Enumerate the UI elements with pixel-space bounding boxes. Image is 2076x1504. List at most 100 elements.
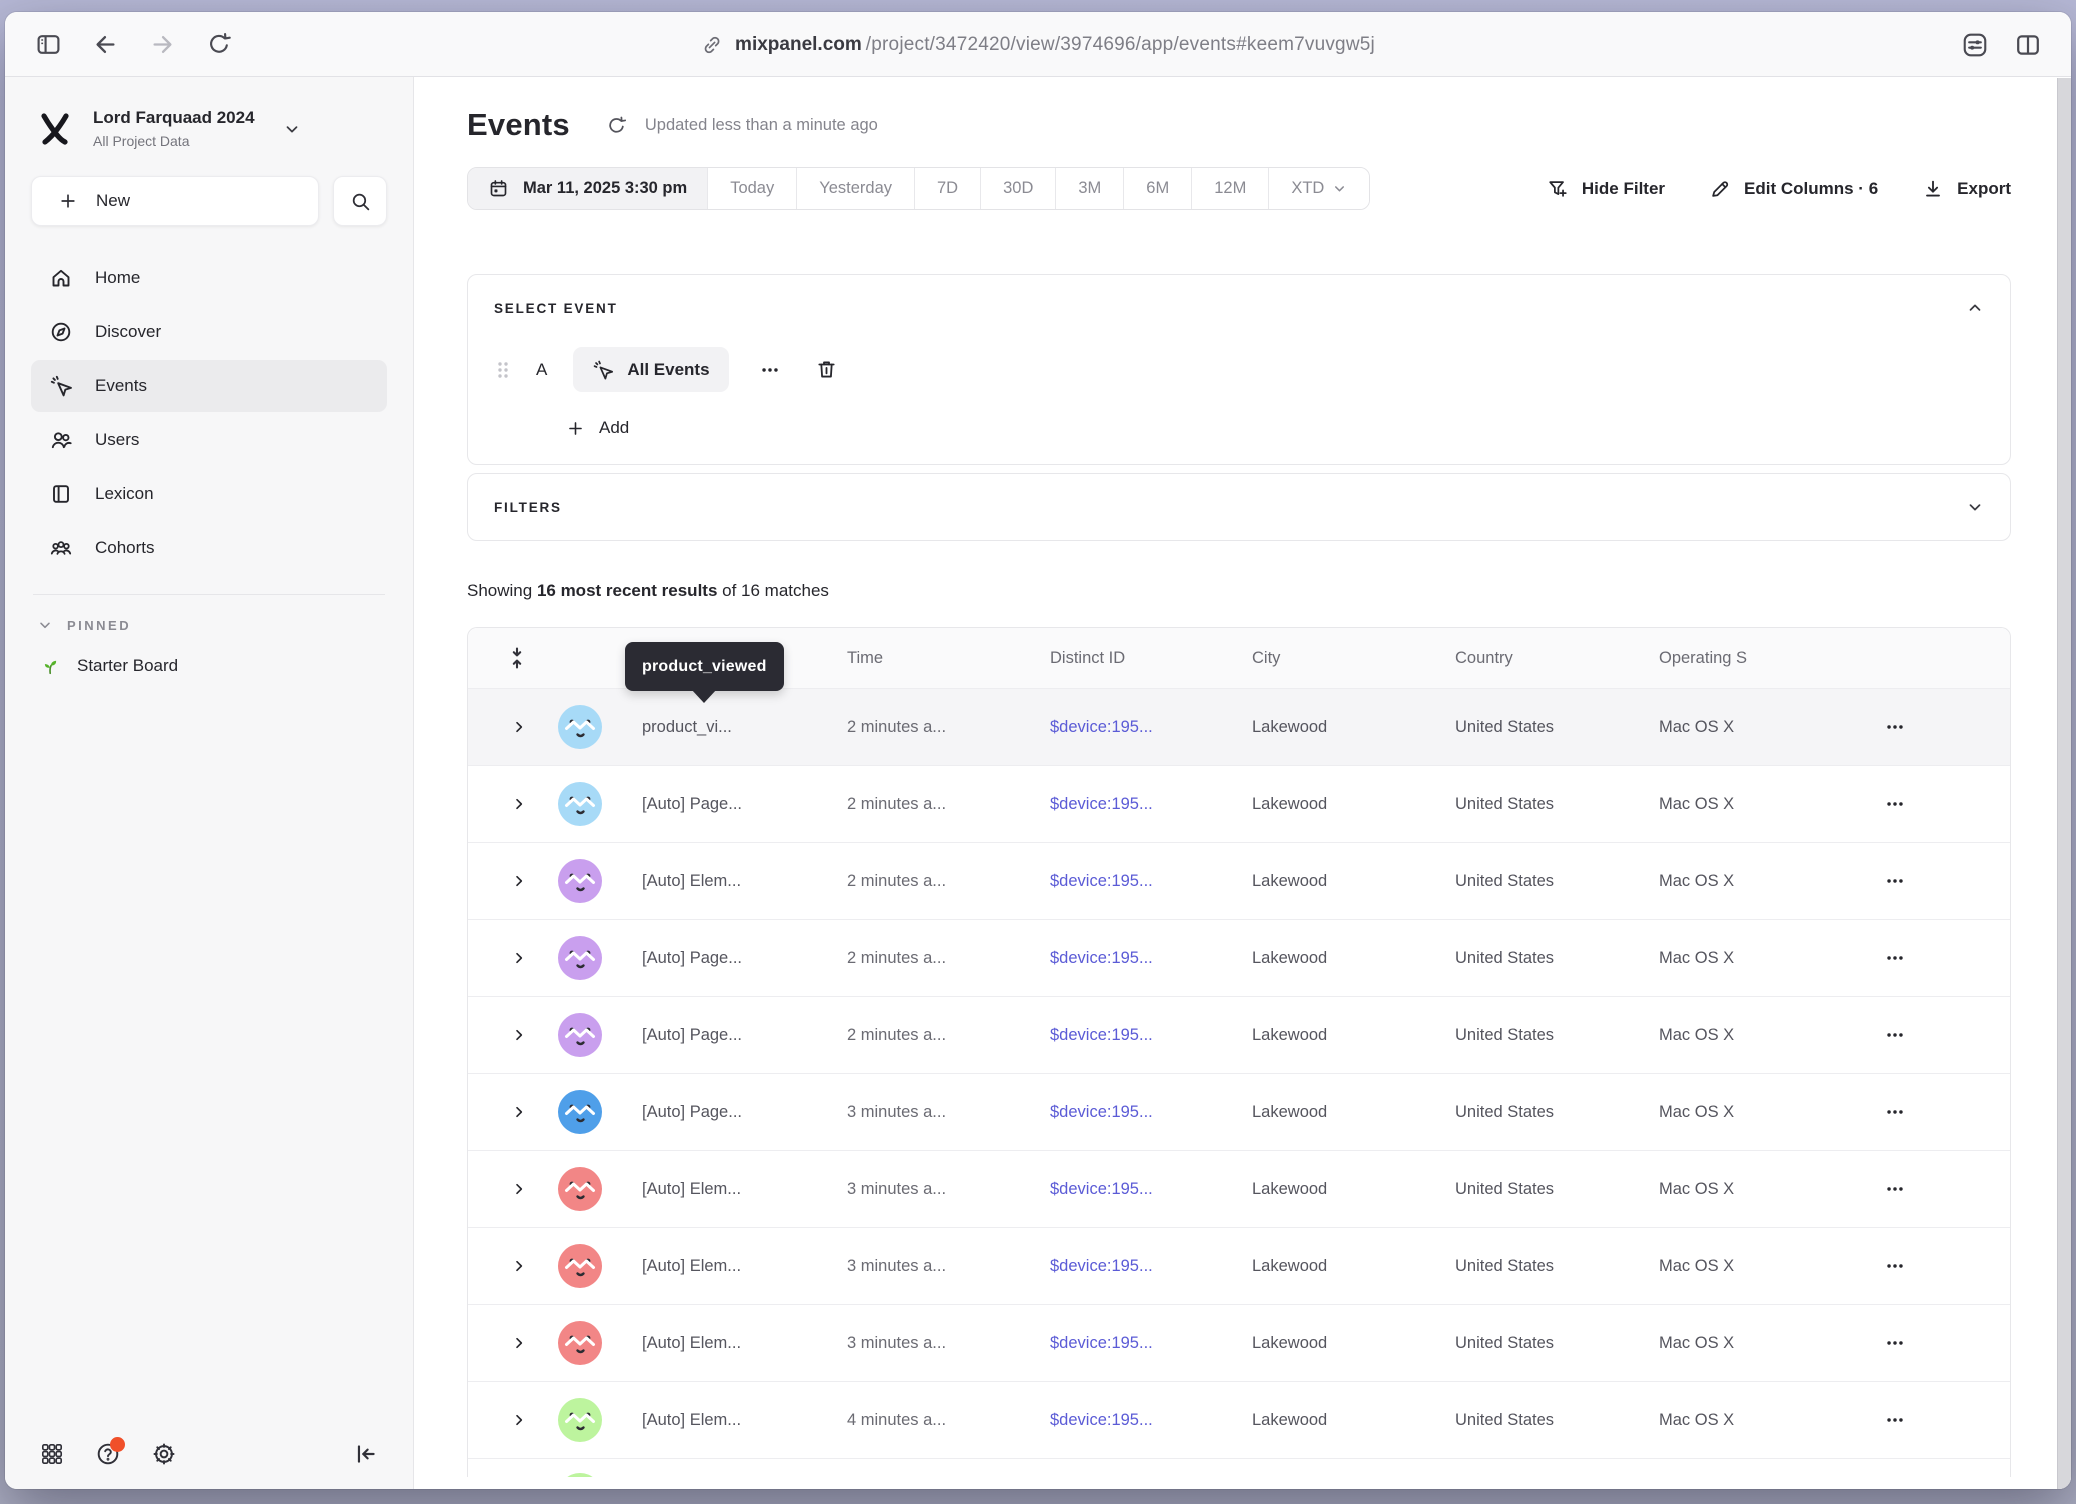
table-row[interactable]: [Auto] Page... 2 minutes a... $device:19… — [468, 919, 2010, 996]
expand-panel-icon[interactable] — [1966, 498, 1984, 516]
avatar — [558, 1244, 602, 1288]
row-event-name: [Auto] Page... — [642, 1103, 847, 1122]
row-menu-button[interactable] — [1884, 1178, 1906, 1200]
row-menu-button[interactable] — [1884, 1101, 1906, 1123]
row-distinct-id[interactable]: $device:195... — [1050, 1103, 1252, 1122]
table-row[interactable]: [Auto] Elem... 3 minutes a... $device:19… — [468, 1150, 2010, 1227]
range-option-6m[interactable]: 6M — [1123, 168, 1191, 209]
date-picker-button[interactable]: Mar 11, 2025 3:30 pm — [468, 168, 707, 209]
row-distinct-id[interactable]: $device:195... — [1050, 718, 1252, 737]
column-header-country[interactable]: Country — [1455, 649, 1659, 668]
collapse-rows-icon[interactable] — [506, 646, 528, 670]
settings-gear-icon[interactable] — [151, 1441, 177, 1467]
row-expander-icon[interactable] — [511, 950, 527, 966]
table-row[interactable] — [468, 1458, 2010, 1477]
refresh-icon[interactable] — [606, 115, 627, 136]
range-option-12m[interactable]: 12M — [1191, 168, 1268, 209]
address-bar[interactable]: mixpanel.com/project/3472420/view/397469… — [701, 12, 1375, 77]
row-menu-button[interactable] — [1884, 1024, 1906, 1046]
search-button[interactable] — [333, 176, 387, 226]
event-options-icon[interactable] — [759, 359, 781, 381]
row-expander-icon[interactable] — [511, 796, 527, 812]
sidebar-item-events[interactable]: Events — [31, 360, 387, 412]
help-icon[interactable] — [95, 1441, 121, 1467]
row-distinct-id[interactable]: $device:195... — [1050, 1180, 1252, 1199]
scrollbar-track[interactable] — [2057, 78, 2071, 1489]
sidebar-item-cohorts[interactable]: Cohorts — [31, 522, 387, 574]
table-row[interactable]: [Auto] Page... 2 minutes a... $device:19… — [468, 996, 2010, 1073]
range-option-yesterday[interactable]: Yesterday — [796, 168, 914, 209]
sidebar-item-starter-board[interactable]: Starter Board — [31, 655, 387, 677]
back-icon[interactable] — [92, 31, 119, 58]
row-city: Lakewood — [1252, 1411, 1455, 1430]
row-expander-icon[interactable] — [511, 719, 527, 735]
reload-icon[interactable] — [206, 31, 233, 58]
plus-icon — [566, 419, 585, 438]
table-row[interactable]: [Auto] Elem... 3 minutes a... $device:19… — [468, 1304, 2010, 1381]
split-view-icon[interactable] — [2014, 31, 2041, 58]
row-distinct-id[interactable]: $device:195... — [1050, 872, 1252, 891]
range-option-today[interactable]: Today — [707, 168, 796, 209]
drag-handle-icon[interactable] — [494, 359, 512, 381]
row-menu-button[interactable] — [1884, 870, 1906, 892]
row-menu-button[interactable] — [1884, 1332, 1906, 1354]
table-row[interactable]: [Auto] Page... 2 minutes a... $device:19… — [468, 765, 2010, 842]
project-switcher[interactable]: Lord Farquaad 2024 All Project Data — [31, 101, 387, 150]
row-distinct-id[interactable]: $device:195... — [1050, 1026, 1252, 1045]
row-distinct-id[interactable]: $device:195... — [1050, 1334, 1252, 1353]
hide-filter-button[interactable]: Hide Filter — [1547, 178, 1665, 200]
pinned-section-toggle[interactable]: PINNED — [31, 617, 387, 633]
collapse-sidebar-icon[interactable] — [353, 1441, 379, 1467]
column-header-time[interactable]: Time — [847, 649, 1050, 668]
column-header-city[interactable]: City — [1252, 649, 1455, 668]
table-row[interactable]: [Auto] Elem... 2 minutes a... $device:19… — [468, 842, 2010, 919]
row-expander-icon[interactable] — [511, 873, 527, 889]
row-menu-button[interactable] — [1884, 793, 1906, 815]
range-option-30d[interactable]: 30D — [980, 168, 1055, 209]
avatar — [558, 1167, 602, 1211]
row-distinct-id[interactable]: $device:195... — [1050, 949, 1252, 968]
range-option-7d[interactable]: 7D — [914, 168, 980, 209]
sidebar-toggle-icon[interactable] — [35, 31, 62, 58]
add-event-button[interactable]: Add — [494, 418, 1984, 438]
delete-event-icon[interactable] — [815, 358, 838, 381]
row-distinct-id[interactable]: $device:195... — [1050, 795, 1252, 814]
column-header-distinct-id[interactable]: Distinct ID — [1050, 649, 1252, 668]
row-distinct-id[interactable]: $device:195... — [1050, 1411, 1252, 1430]
event-row-letter: A — [536, 360, 547, 380]
edit-columns-button[interactable]: Edit Columns · 6 — [1709, 178, 1878, 200]
forward-icon[interactable] — [149, 31, 176, 58]
new-button[interactable]: New — [31, 176, 319, 226]
table-row[interactable]: [Auto] Page... 3 minutes a... $device:19… — [468, 1073, 2010, 1150]
table-row[interactable]: [Auto] Elem... 4 minutes a... $device:19… — [468, 1381, 2010, 1458]
row-expander-icon[interactable] — [511, 1181, 527, 1197]
row-expander-icon[interactable] — [511, 1104, 527, 1120]
row-menu-button[interactable] — [1884, 947, 1906, 969]
sidebar-item-users[interactable]: Users — [31, 414, 387, 466]
row-menu-button[interactable] — [1884, 1255, 1906, 1277]
row-menu-button[interactable] — [1884, 716, 1906, 738]
row-expander-icon[interactable] — [511, 1412, 527, 1428]
column-header-os[interactable]: Operating S — [1659, 649, 1884, 668]
row-os: Mac OS X — [1659, 1026, 1884, 1045]
row-country: United States — [1455, 1334, 1659, 1353]
sidebar-item-lexicon[interactable]: Lexicon — [31, 468, 387, 520]
date-value: Mar 11, 2025 3:30 pm — [523, 179, 687, 198]
event-selector-chip[interactable]: All Events — [573, 347, 728, 392]
sidebar-item-home[interactable]: Home — [31, 252, 387, 304]
apps-grid-icon[interactable] — [39, 1441, 65, 1467]
row-expander-icon[interactable] — [511, 1027, 527, 1043]
row-expander-icon[interactable] — [511, 1258, 527, 1274]
page-settings-icon[interactable] — [1961, 31, 1988, 58]
sidebar-item-discover[interactable]: Discover — [31, 306, 387, 358]
range-option-xtd[interactable]: XTD — [1268, 168, 1369, 209]
table-row[interactable]: [Auto] Elem... 3 minutes a... $device:19… — [468, 1227, 2010, 1304]
row-menu-button[interactable] — [1884, 1409, 1906, 1431]
browser-window: mixpanel.com/project/3472420/view/397469… — [5, 12, 2071, 1489]
row-expander-icon[interactable] — [511, 1335, 527, 1351]
row-country: United States — [1455, 1026, 1659, 1045]
range-option-3m[interactable]: 3M — [1055, 168, 1123, 209]
row-distinct-id[interactable]: $device:195... — [1050, 1257, 1252, 1276]
collapse-panel-icon[interactable] — [1966, 299, 1984, 317]
export-button[interactable]: Export — [1922, 178, 2011, 200]
